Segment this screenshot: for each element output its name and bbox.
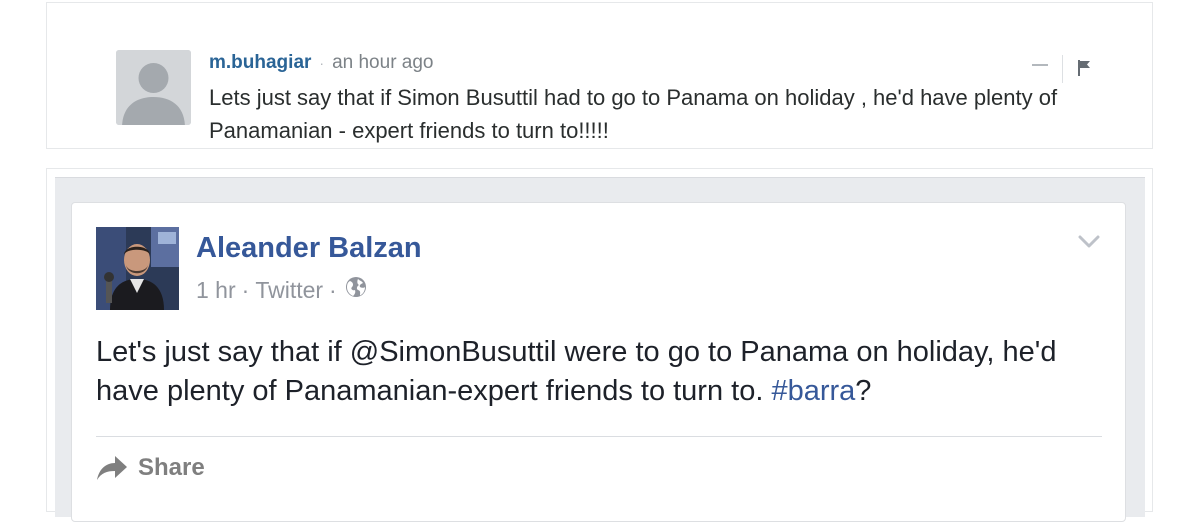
chevron-down-icon[interactable] <box>1078 235 1100 254</box>
embedded-post-frame: Aleander Balzan 1 hr · Twitter · Let's j… <box>46 168 1153 522</box>
comment-header: m.buhagiar · an hour ago <box>209 51 434 75</box>
globe-icon[interactable] <box>345 276 367 304</box>
divider <box>1062 55 1063 83</box>
divider <box>96 436 1102 437</box>
post-meta: 1 hr · Twitter · <box>196 276 367 304</box>
share-label: Share <box>138 454 205 481</box>
meta-separator: · <box>241 277 250 303</box>
post-text: Let's just say that if @SimonBusuttil we… <box>96 333 1096 411</box>
share-button[interactable]: Share <box>96 454 205 482</box>
post-author-link[interactable]: Aleander Balzan <box>196 231 422 265</box>
meta-separator: · <box>329 277 337 303</box>
comment-card: m.buhagiar · an hour ago Lets just say tha… <box>46 2 1153 149</box>
comment-text: Lets just say that if Simon Busuttil had… <box>209 85 1058 143</box>
profile-photo[interactable] <box>96 227 179 310</box>
profile-photo-image <box>96 227 179 310</box>
minus-icon[interactable] <box>1032 64 1048 66</box>
comment-timestamp[interactable]: an hour ago <box>332 52 433 73</box>
post-text-body: Let's just say that if @SimonBusuttil we… <box>96 336 1057 407</box>
post-timestamp[interactable]: 1 hr <box>196 276 236 304</box>
comment-avatar[interactable] <box>116 50 191 125</box>
hashtag-link[interactable]: #barra <box>771 375 855 407</box>
share-arrow-icon <box>97 456 127 480</box>
comment-author-link[interactable]: m.buhagiar <box>209 52 311 73</box>
embed-background: Aleander Balzan 1 hr · Twitter · Let's j… <box>55 177 1145 522</box>
flag-icon[interactable] <box>1077 60 1091 81</box>
meta-separator: · <box>319 55 325 71</box>
default-user-avatar-icon <box>116 50 191 125</box>
facebook-post-card: Aleander Balzan 1 hr · Twitter · Let's j… <box>71 202 1126 522</box>
post-source[interactable]: Twitter <box>255 276 323 304</box>
post-text-end: ? <box>855 375 872 407</box>
